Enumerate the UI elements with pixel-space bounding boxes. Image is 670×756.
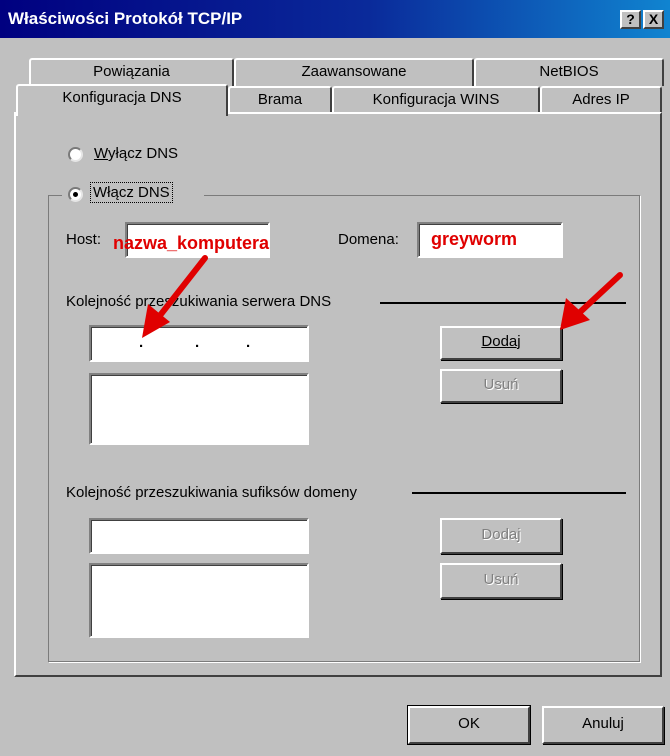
server-order-separator <box>380 302 626 304</box>
tab-label: Konfiguracja WINS <box>372 91 500 108</box>
host-label: Host: <box>66 231 102 248</box>
ok-button[interactable]: OK <box>407 705 531 745</box>
suffix-list[interactable] <box>89 563 309 638</box>
disable-dns-text: yłącz DNS <box>108 145 179 162</box>
tab-konfiguracja-dns[interactable]: Konfiguracja DNS <box>16 84 228 116</box>
title-bar[interactable]: Właściwości Protokół TCP/IP ? X <box>0 0 670 38</box>
cancel-button[interactable]: Anuluj <box>542 706 664 744</box>
window-title: Właściwości Protokół TCP/IP <box>8 9 243 28</box>
dns-remove-button[interactable]: Usuń <box>440 369 562 403</box>
dns-ip-input[interactable]: . . . <box>89 325 309 362</box>
tab-adres-ip[interactable]: Adres IP <box>540 86 662 114</box>
dns-server-list[interactable] <box>89 373 309 445</box>
domain-label: Domena: <box>338 231 399 248</box>
suffix-remove-label: Usuń <box>483 571 519 588</box>
enable-dns-label[interactable]: Włącz DNS <box>90 182 173 203</box>
dns-add-button[interactable]: Dodaj <box>440 326 562 360</box>
dns-add-label: Dodaj <box>481 333 521 350</box>
tab-label: Konfiguracja DNS <box>62 89 182 106</box>
server-order-label: Kolejność przeszukiwania serwera DNS <box>66 293 332 310</box>
tab-konfiguracja-wins[interactable]: Konfiguracja WINS <box>332 86 540 114</box>
help-icon: ? <box>626 11 635 27</box>
suffix-input[interactable] <box>89 518 309 554</box>
cancel-label: Anuluj <box>582 715 624 732</box>
tab-label: Zaawansowane <box>301 63 407 80</box>
suffix-add-button[interactable]: Dodaj <box>440 518 562 554</box>
ip-dot: . <box>246 334 251 351</box>
close-icon: X <box>648 11 659 27</box>
disable-dns-radio[interactable] <box>68 147 83 162</box>
tab-label: Adres IP <box>572 91 630 108</box>
tab-label: Powiązania <box>93 63 170 80</box>
tab-powiazania[interactable]: Powiązania <box>29 58 234 86</box>
suffix-add-label: Dodaj <box>481 526 521 543</box>
close-button[interactable]: X <box>643 10 664 29</box>
tab-netbios[interactable]: NetBIOS <box>474 58 664 86</box>
radio-selected-dot <box>73 192 78 197</box>
dns-remove-label: Usuń <box>483 376 519 393</box>
suffix-order-separator <box>412 492 626 494</box>
suffix-remove-button[interactable]: Usuń <box>440 563 562 599</box>
enable-dns-radio[interactable] <box>68 187 83 202</box>
help-button[interactable]: ? <box>620 10 641 29</box>
ip-dot: . <box>139 334 144 351</box>
domain-value: greyworm <box>431 229 518 249</box>
disable-dns-label[interactable]: Wyłącz DNS <box>94 145 178 162</box>
host-value: nazwa_komputera <box>113 233 270 253</box>
tab-zaawansowane[interactable]: Zaawansowane <box>234 58 474 86</box>
ok-label: OK <box>458 715 480 732</box>
tab-brama[interactable]: Brama <box>228 86 332 114</box>
tab-label: NetBIOS <box>539 63 599 80</box>
tab-label: Brama <box>257 91 303 108</box>
ip-dot: . <box>195 334 200 351</box>
suffix-order-label: Kolejność przeszukiwania sufiksów domeny <box>66 484 357 501</box>
